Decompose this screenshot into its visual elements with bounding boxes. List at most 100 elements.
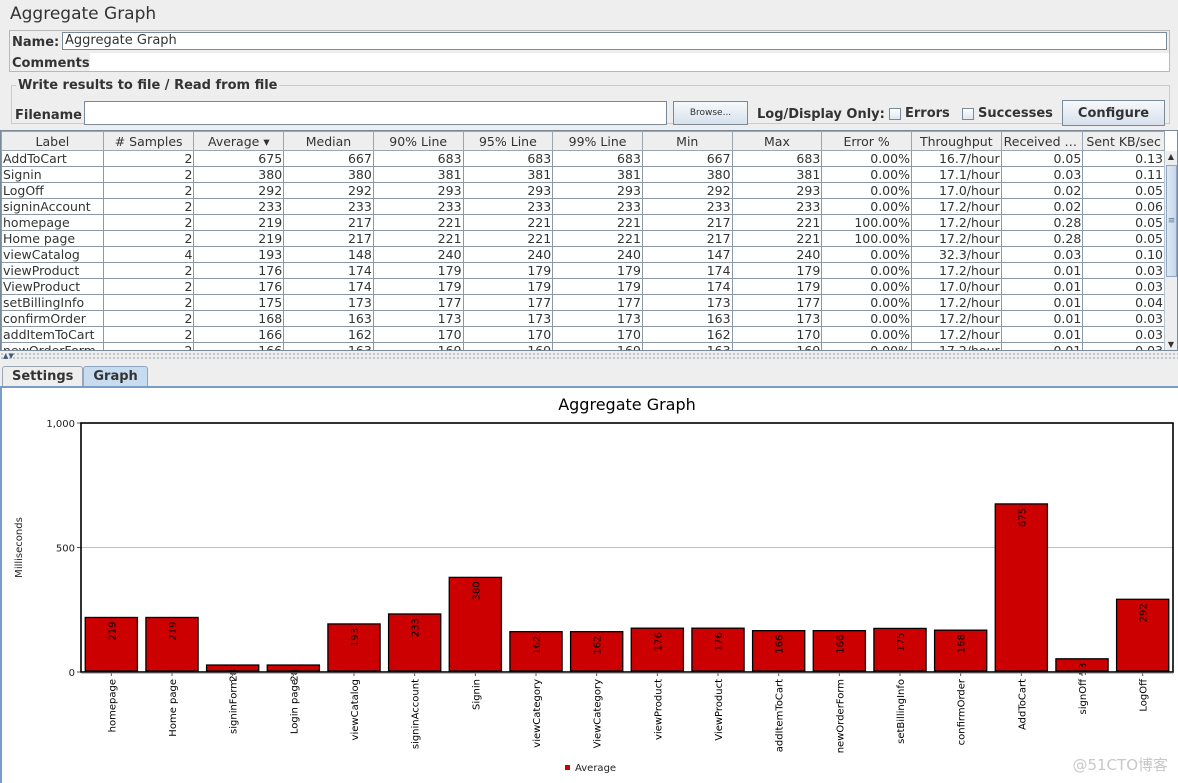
row-value-cell: 17.2/hour [910, 214, 1002, 231]
bar-value-label: 233 [411, 618, 422, 637]
row-value-cell: 0.28 [1000, 230, 1084, 247]
column-header[interactable]: Received K... [1000, 131, 1084, 151]
row-value-cell: 219 [193, 214, 285, 231]
row-value-cell: 2 [102, 262, 195, 279]
browse-button[interactable]: Browse... [673, 101, 748, 125]
row-value-cell: 0.05 [1082, 182, 1165, 199]
table-row[interactable]: Home page 2 219 217 221 221 221 217 221 100.00% 17… [1, 230, 1165, 247]
bar-value-label: 675 [1017, 508, 1028, 527]
table-row[interactable]: viewProduct 2 176 174 179 179 179 174 179 0.00% 17… [1, 262, 1165, 279]
row-value-cell: 0.13 [1082, 150, 1165, 167]
row-label-cell: confirmOrder [1, 310, 104, 327]
column-header[interactable]: # Samples [102, 131, 195, 151]
table-row[interactable]: AddToCart 2 675 667 683 683 683 667 683 0.00% 16.7… [1, 150, 1165, 167]
row-value-cell: 174 [283, 278, 374, 295]
successes-checkbox[interactable]: Successes [962, 106, 1053, 121]
row-value-cell: 17.0/hour [910, 278, 1002, 295]
row-value-cell: 233 [372, 198, 464, 215]
configure-button[interactable]: Configure [1062, 100, 1165, 126]
table-row[interactable]: homepage 2 219 217 221 221 221 217 221 100.00% 17.… [1, 214, 1165, 231]
column-header[interactable]: Error % [821, 131, 912, 151]
row-value-cell: 2 [102, 326, 195, 343]
row-value-cell: 0.03 [1082, 326, 1165, 343]
row-value-cell: 221 [372, 230, 464, 247]
bar [994, 503, 1049, 672]
row-value-cell: 0.00% [821, 166, 912, 183]
errors-checkbox-box[interactable] [889, 107, 901, 120]
row-label-cell: viewCatalog [1, 246, 104, 263]
table-row[interactable]: addItemToCart 2 166 162 170 170 170 162 170 0.00%… [1, 326, 1165, 343]
row-value-cell: 233 [283, 198, 374, 215]
table-row[interactable]: ViewProduct 2 176 174 179 179 179 174 179 0.00% 17… [1, 278, 1165, 295]
row-value-cell: 217 [283, 214, 374, 231]
x-tick-label: signOff [1078, 678, 1089, 715]
row-label-cell: Signin [1, 166, 104, 183]
column-header[interactable]: 99% Line [552, 131, 643, 151]
table-row[interactable]: LogOff 2 292 292 293 293 293 292 293 0.00% 17.0/ho… [1, 182, 1165, 199]
column-header[interactable]: Min [641, 131, 733, 151]
x-tick-label: Home page [168, 679, 179, 737]
column-header[interactable]: 95% Line [462, 131, 554, 151]
comments-input[interactable] [90, 53, 1169, 71]
row-value-cell: 0.01 [1000, 262, 1084, 279]
row-value-cell: 177 [731, 294, 823, 311]
table-row[interactable]: setBillingInfo 2 175 173 177 177 177 173 177 0.00… [1, 294, 1165, 311]
row-value-cell: 170 [462, 326, 554, 343]
tab-settings[interactable]: Settings [2, 366, 84, 386]
row-label-cell: AddToCart [1, 150, 104, 167]
log-display-label: Log/Display Only: [757, 107, 885, 122]
column-header[interactable]: Label [1, 131, 104, 151]
column-header[interactable]: Max [731, 131, 823, 151]
table-row[interactable]: viewCatalog 4 193 148 240 240 240 147 240 0.00% 32… [1, 246, 1165, 263]
table-scrollbar[interactable]: ▲ ≡ ▼ [1164, 151, 1177, 350]
row-value-cell: 0.00% [821, 278, 912, 295]
x-tick-label: AddToCart [1017, 679, 1028, 730]
column-header[interactable]: Average ▾ [193, 131, 285, 151]
errors-checkbox[interactable]: Errors [889, 106, 950, 121]
scroll-up-icon[interactable]: ▲ [1165, 151, 1177, 163]
row-value-cell: 0.00% [821, 326, 912, 343]
row-label-cell: addItemToCart [1, 326, 104, 343]
row-value-cell: 17.2/hour [910, 342, 1002, 350]
row-value-cell: 0.06 [1082, 198, 1165, 215]
table-row[interactable]: confirmOrder 2 168 163 173 173 173 163 173 0.00% 1… [1, 310, 1165, 327]
row-value-cell: 17.0/hour [910, 182, 1002, 199]
name-input[interactable]: Aggregate Graph [62, 32, 1167, 50]
successes-checkbox-box[interactable] [962, 107, 974, 120]
scroll-down-icon[interactable]: ▼ [1165, 339, 1177, 350]
table-row[interactable]: newOrderForm 2 166 163 169 169 169 163 169 0.00% 1… [1, 342, 1165, 350]
row-value-cell: 162 [641, 326, 733, 343]
x-tick-label: homepage [107, 679, 118, 732]
bar-value-label: 175 [896, 632, 907, 651]
column-header[interactable]: 90% Line [372, 131, 464, 151]
table-row[interactable]: signinAccount 2 233 233 233 233 233 233 233 0.00%… [1, 198, 1165, 215]
row-value-cell: 163 [641, 342, 733, 350]
row-value-cell: 293 [372, 182, 464, 199]
row-value-cell: 173 [372, 310, 464, 327]
filename-input[interactable] [84, 101, 667, 125]
row-value-cell: 219 [193, 230, 285, 247]
row-value-cell: 233 [193, 198, 285, 215]
chart-title: Aggregate Graph [558, 395, 696, 414]
watermark: @51CTO博客 [1072, 756, 1168, 774]
split-pane-divider[interactable]: ▲▼ [0, 352, 1178, 361]
row-value-cell: 0.01 [1000, 326, 1084, 343]
row-value-cell: 0.28 [1000, 214, 1084, 231]
column-header[interactable]: Throughput [910, 131, 1002, 151]
row-value-cell: 170 [552, 326, 643, 343]
bar-value-label: 53 [1078, 663, 1089, 676]
split-arrows-icon[interactable]: ▲▼ [3, 352, 14, 360]
name-comments-panel: Name: Aggregate Graph Comments: [9, 30, 1170, 72]
column-header[interactable]: Median [283, 131, 374, 151]
x-tick-label: LogOff [1139, 678, 1150, 712]
file-section: Write results to file / Read from file F… [11, 78, 1170, 126]
row-value-cell: 683 [731, 150, 823, 167]
row-value-cell: 0.05 [1082, 230, 1165, 247]
results-table-container: Label # Samples Average ▾ Median 90% Line 95%… [0, 130, 1178, 351]
row-value-cell: 381 [731, 166, 823, 183]
tab-graph[interactable]: Graph [83, 366, 148, 386]
x-tick-label: viewProduct [653, 679, 664, 740]
table-row[interactable]: Signin 2 380 380 381 381 381 380 381 0.00% 17.1/ho… [1, 166, 1165, 183]
scroll-thumb[interactable]: ≡ [1166, 165, 1177, 277]
column-header[interactable]: Sent KB/sec [1082, 131, 1165, 151]
